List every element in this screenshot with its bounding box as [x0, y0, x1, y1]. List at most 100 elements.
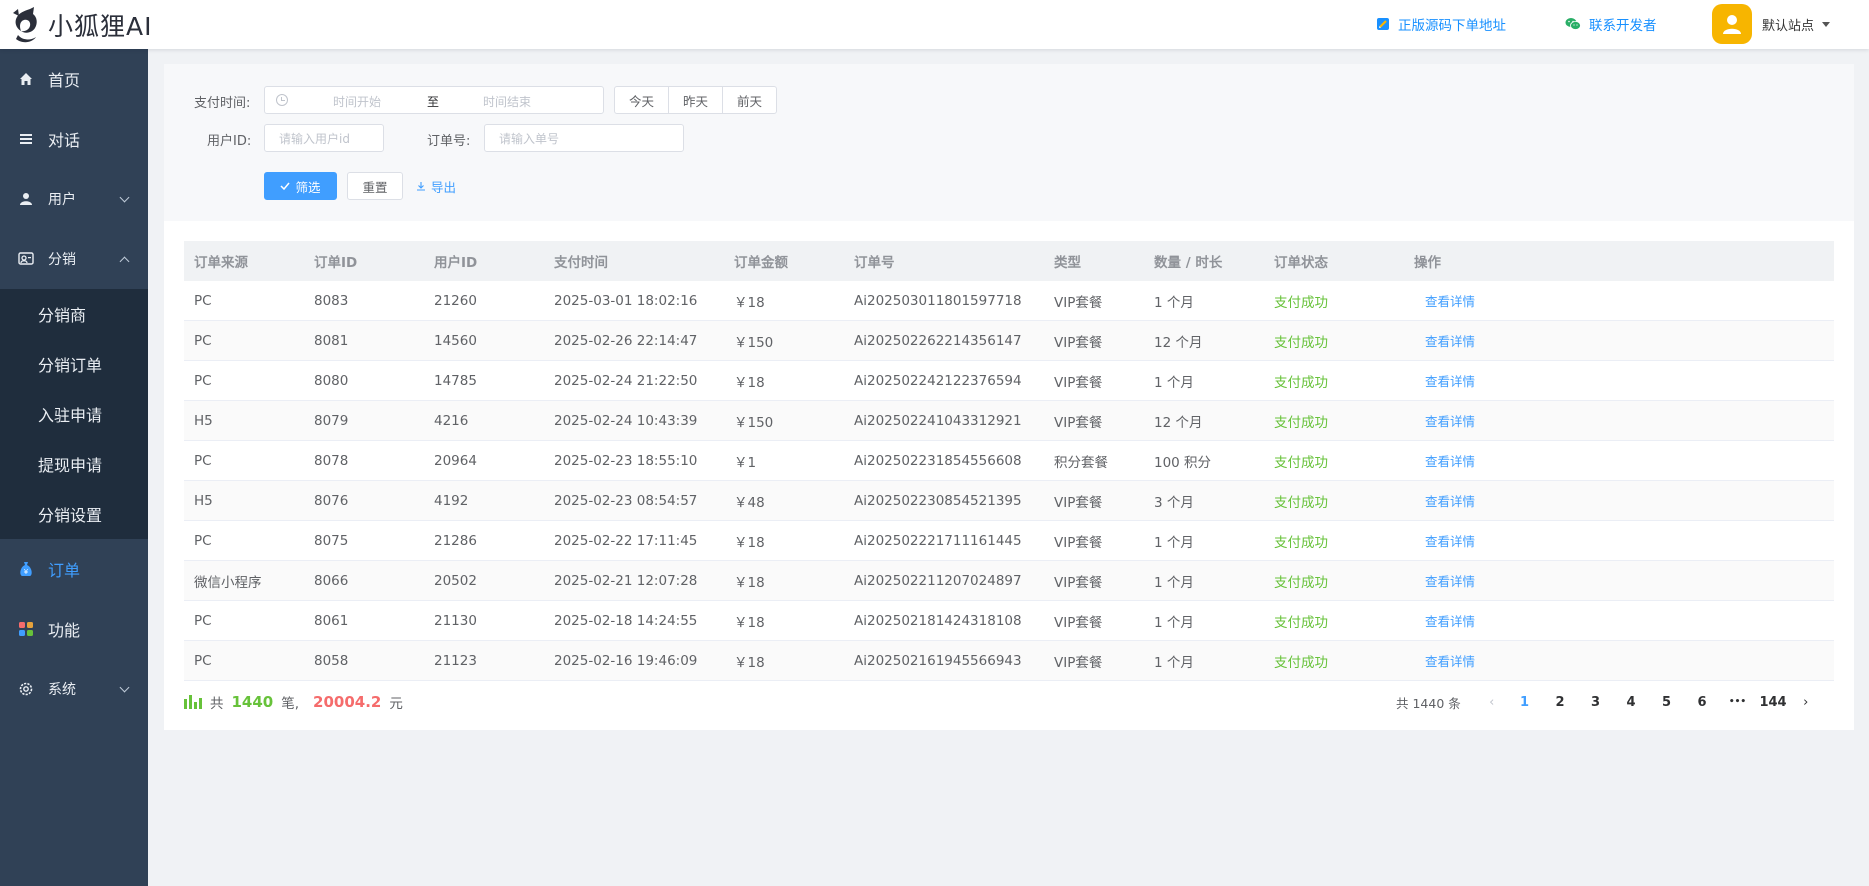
day-before-button[interactable]: 前天: [722, 86, 778, 114]
sidebar-item-features[interactable]: 功能: [0, 599, 148, 659]
quantity-cell: 1 个月: [1154, 294, 1194, 311]
status-cell: 支付成功: [1264, 331, 1404, 351]
more-pages-button[interactable]: •••: [1720, 697, 1756, 707]
today-button[interactable]: 今天: [614, 86, 670, 114]
logo[interactable]: 小狐狸AI: [10, 5, 152, 45]
pay-time-cell: 2025-02-18 14:24:55: [554, 612, 698, 629]
table-row: H5 8079 4216 2025-02-24 10:43:39 ￥150 Ai20250…: [184, 401, 1834, 441]
sidebar-subitem-withdraw-applications[interactable]: 提现申请: [0, 439, 148, 489]
order-no-cell: Ai202502241043312921: [854, 412, 1022, 429]
orders-panel: 支付时间: 时间开始 至 时间结束 今天 昨天 前天 用户ID: 请输入用户id…: [164, 64, 1854, 730]
order-id-cell: 8081: [314, 332, 349, 349]
start-date-input[interactable]: 时间开始: [333, 93, 381, 110]
status-text: 支付成功: [1274, 374, 1328, 391]
order-id-cell: 8061: [314, 612, 349, 629]
order-source-cell: PC: [194, 452, 212, 469]
home-icon: [18, 71, 34, 87]
sidebar-subitem-distribution-orders[interactable]: 分销订单: [0, 339, 148, 389]
amount-cell: ￥18: [734, 534, 765, 551]
pay-time-cell: 2025-02-22 17:11:45: [554, 532, 698, 549]
quantity-cell: 1 个月: [1154, 574, 1194, 591]
view-details-link[interactable]: 查看详情: [1414, 334, 1475, 349]
export-button[interactable]: 导出: [414, 172, 458, 200]
column-header: 用户ID: [434, 255, 478, 271]
money-bag-icon: ¥: [18, 561, 34, 577]
view-details-link[interactable]: 查看详情: [1414, 414, 1475, 429]
amount-cell: ￥18: [734, 614, 765, 631]
action-cell: 查看详情: [1404, 571, 1734, 590]
table-row: PC 8083 21260 2025-03-01 18:02:16 ￥18 Ai20250…: [184, 281, 1834, 321]
filter-button[interactable]: 筛选: [264, 172, 337, 200]
view-details-link[interactable]: 查看详情: [1414, 574, 1475, 589]
order-count: 1440: [231, 693, 274, 711]
page-button[interactable]: 2: [1542, 695, 1578, 710]
view-details-link[interactable]: 查看详情: [1414, 534, 1475, 549]
user-id-cell: 4216: [434, 412, 469, 429]
page-button[interactable]: 4: [1613, 695, 1649, 710]
contact-developer-label: 联系开发者: [1589, 18, 1657, 34]
order-id-cell: 8079: [314, 412, 349, 429]
view-details-link[interactable]: 查看详情: [1414, 454, 1475, 469]
source-order-link[interactable]: 正版源码下单地址: [1376, 14, 1506, 34]
sidebar-subitem-distributors[interactable]: 分销商: [0, 289, 148, 339]
contact-developer-link[interactable]: 联系开发者: [1565, 14, 1657, 34]
order-id-cell: 8083: [314, 292, 349, 309]
sidebar-item-chat[interactable]: 对话: [0, 109, 148, 169]
sidebar-subitem-label: 分销商: [38, 306, 87, 325]
type-cell: VIP套餐: [1054, 614, 1103, 631]
sidebar-item-distribution[interactable]: 分销: [0, 229, 148, 289]
user-id-input[interactable]: 请输入用户id: [264, 124, 384, 152]
logo-text: 小狐狸AI: [48, 12, 153, 41]
filter-form: 支付时间: 时间开始 至 时间结束 今天 昨天 前天 用户ID: 请输入用户id…: [164, 64, 1854, 221]
status-cell: 支付成功: [1264, 611, 1404, 631]
page-button[interactable]: 5: [1649, 695, 1685, 710]
amount-cell: ￥18: [734, 654, 765, 671]
status-text: 支付成功: [1274, 654, 1328, 671]
view-details-link[interactable]: 查看详情: [1414, 654, 1475, 669]
sidebar-item-orders[interactable]: ¥ 订单: [0, 539, 148, 599]
sidebar-item-system[interactable]: 系统: [0, 659, 148, 719]
type-cell: 积分套餐: [1054, 454, 1108, 471]
yesterday-button[interactable]: 昨天: [668, 86, 724, 114]
order-no-cell: Ai202502242122376594: [854, 372, 1022, 389]
view-details-link[interactable]: 查看详情: [1414, 374, 1475, 389]
action-cell: 查看详情: [1404, 451, 1734, 470]
type-cell: VIP套餐: [1054, 494, 1103, 511]
page-button[interactable]: 1: [1507, 695, 1543, 710]
distribution-submenu: 分销商 分销订单 入驻申请 提现申请 分销设置: [0, 289, 148, 539]
check-icon: [280, 182, 291, 190]
pay-time-cell: 2025-02-23 18:55:10: [554, 452, 698, 469]
table-row: H5 8076 4192 2025-02-23 08:54:57 ￥48 Ai202502…: [184, 481, 1834, 521]
view-details-link[interactable]: 查看详情: [1414, 294, 1475, 309]
sidebar-subitem-label: 入驻申请: [38, 406, 103, 425]
user-dropdown[interactable]: 默认站点: [1712, 4, 1831, 44]
user-id-label: 用户ID:: [207, 134, 252, 149]
sidebar-item-home[interactable]: 首页: [0, 49, 148, 109]
view-details-link[interactable]: 查看详情: [1414, 494, 1475, 509]
page-button[interactable]: 144: [1755, 695, 1791, 710]
column-header: 订单金额: [734, 255, 788, 271]
status-text: 支付成功: [1274, 574, 1328, 591]
date-range-picker[interactable]: 时间开始 至 时间结束: [264, 86, 604, 114]
order-amount: 20004.2: [313, 693, 382, 711]
chevron-down-icon: [119, 192, 130, 203]
sidebar-item-users[interactable]: 用户: [0, 169, 148, 229]
order-no-input[interactable]: 请输入单号: [484, 124, 684, 152]
sidebar-subitem-distribution-settings[interactable]: 分销设置: [0, 489, 148, 539]
next-page-button[interactable]: ›: [1791, 695, 1821, 710]
sidebar-subitem-join-applications[interactable]: 入驻申请: [0, 389, 148, 439]
column-header: 数量 / 时长: [1154, 255, 1223, 271]
column-header: 操作: [1414, 255, 1441, 271]
quantity-cell: 12 个月: [1154, 414, 1203, 431]
action-cell: 查看详情: [1404, 331, 1734, 350]
prev-page-button[interactable]: ‹: [1477, 695, 1507, 710]
order-no-cell: Ai202502230854521395: [854, 492, 1022, 509]
page-button[interactable]: 3: [1578, 695, 1614, 710]
caret-down-icon: [1822, 21, 1831, 27]
reset-button[interactable]: 重置: [347, 172, 403, 200]
sidebar-item-label: 系统: [48, 682, 76, 698]
column-header: 支付时间: [554, 255, 608, 271]
view-details-link[interactable]: 查看详情: [1414, 614, 1475, 629]
end-date-input[interactable]: 时间结束: [483, 93, 531, 110]
page-button[interactable]: 6: [1684, 695, 1720, 710]
